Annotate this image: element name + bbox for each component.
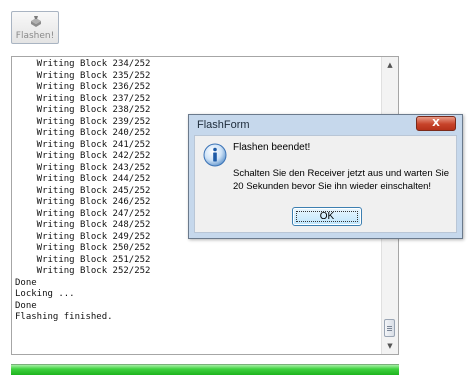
log-line: Writing Block 246/252	[15, 197, 151, 207]
log-line: Writing Block 251/252	[15, 254, 151, 265]
log-line: Writing Block 244/252	[15, 174, 151, 184]
progress-bar	[11, 364, 399, 375]
log-line: Writing Block 237/252	[15, 93, 151, 104]
log-line: Writing Block 250/252	[15, 243, 151, 253]
log-line: Writing Block 240/252	[15, 128, 151, 138]
log-line: Writing Block 243/252	[15, 162, 151, 173]
flash-button[interactable]: Flashen!	[11, 11, 59, 44]
info-icon	[203, 143, 227, 167]
scroll-down-arrow-icon[interactable]: ▼	[382, 338, 398, 354]
chip-icon	[31, 16, 41, 27]
log-line: Writing Block 236/252	[15, 82, 151, 92]
scroll-up-arrow-icon[interactable]: ▲	[382, 57, 398, 73]
dialog-body: Flashen beendet! Schalten Sie den Receiv…	[194, 135, 457, 233]
log-line: Writing Block 241/252	[15, 139, 151, 150]
dialog-title: FlashForm	[197, 119, 250, 131]
flash-button-label: Flashen!	[15, 31, 55, 41]
log-line: Writing Block 242/252	[15, 151, 151, 161]
log-line: Writing Block 252/252	[15, 266, 151, 276]
log-line: Writing Block 239/252	[15, 116, 151, 127]
log-line: Writing Block 248/252	[15, 220, 151, 230]
log-line: Locking ...	[15, 289, 75, 299]
log-line: Writing Block 249/252	[15, 231, 151, 242]
scroll-thumb[interactable]	[384, 319, 395, 337]
log-lines: Writing Block 234/252 Writing Block 235/…	[15, 59, 150, 324]
close-button[interactable]: X	[416, 116, 456, 131]
log-line: Writing Block 235/252	[15, 70, 151, 81]
message-dialog: FlashForm X Flashen beendet! Schalten Si…	[188, 114, 463, 239]
log-line: Done	[15, 300, 37, 311]
log-line: Flashing finished.	[15, 312, 113, 322]
log-line: Done	[15, 277, 37, 288]
log-line: Writing Block 245/252	[15, 185, 151, 196]
message-body: Schalten Sie den Receiver jetzt aus und …	[233, 168, 449, 192]
log-line: Writing Block 234/252	[15, 59, 151, 69]
ok-button[interactable]: OK	[292, 207, 362, 226]
log-line: Writing Block 238/252	[15, 105, 151, 115]
message-title: Flashen beendet!	[233, 142, 311, 153]
log-line: Writing Block 247/252	[15, 208, 151, 219]
